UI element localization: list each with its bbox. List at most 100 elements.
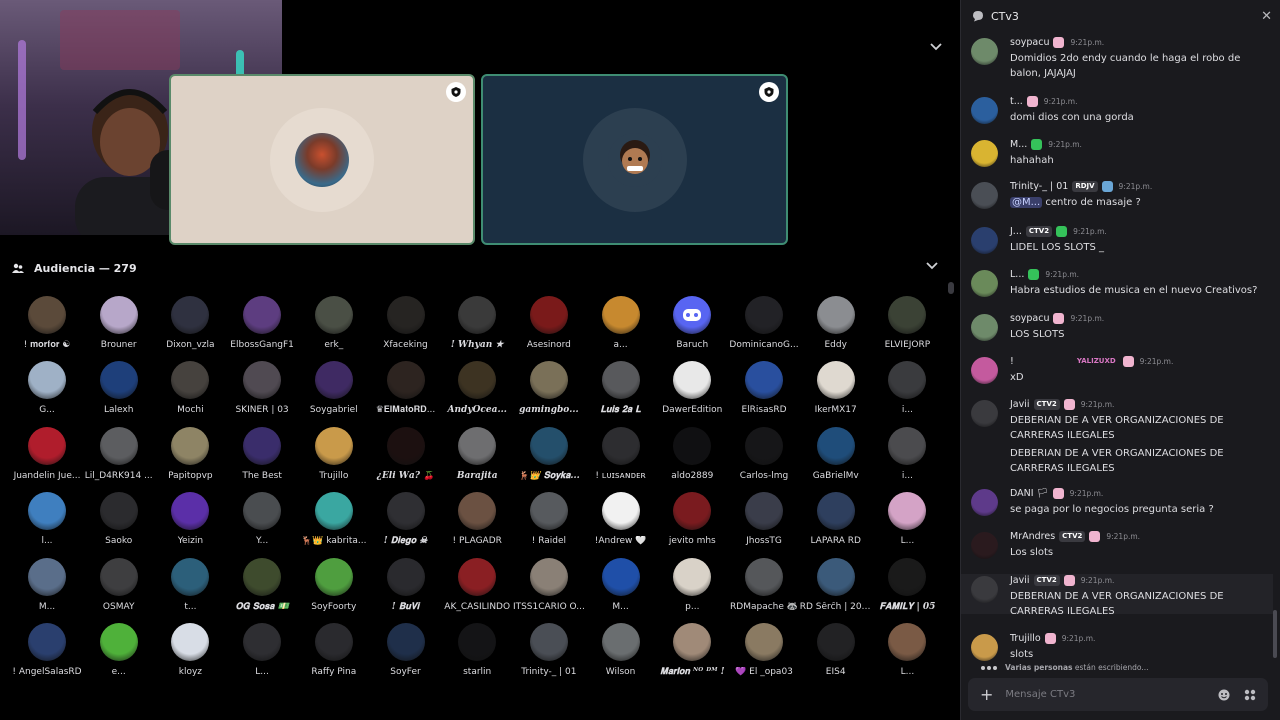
username[interactable]: Trinity-_ | 01 xyxy=(1010,181,1068,192)
chat-message[interactable]: Trujillo 9:21p.m. slots xyxy=(961,632,1273,662)
chat-message[interactable]: MrAndres CTV2 9:21p.m. Los slots xyxy=(961,530,1273,560)
avatar[interactable] xyxy=(971,182,998,209)
avatar[interactable] xyxy=(971,270,998,297)
audience-member[interactable]: The Best xyxy=(226,426,298,487)
audience-member[interactable]: IkerMX17 xyxy=(800,361,872,421)
audience-member[interactable]: Lil_D4RK914 ... xyxy=(83,426,155,487)
plus-icon[interactable]: + xyxy=(980,685,993,704)
audience-member[interactable]: 𝐋𝐮𝐢𝐬 𝟐𝐚 𝐋 xyxy=(585,361,657,421)
avatar[interactable] xyxy=(971,634,998,661)
audience-member[interactable]: kloyz xyxy=(154,623,226,683)
avatar[interactable] xyxy=(971,532,998,559)
audience-member[interactable]: ♛𝐄𝐥𝐌𝐚𝐭𝐨𝐑𝐃... xyxy=(370,361,442,421)
audience-member[interactable]: EIS4 xyxy=(800,623,872,683)
audience-member[interactable]: t... xyxy=(154,557,226,618)
audience-member[interactable]: Xfaceking xyxy=(370,296,442,356)
chat-message[interactable]: M... 9:21p.m. hahahah xyxy=(961,138,1273,168)
audience-member[interactable]: Raffy Pina xyxy=(298,623,370,683)
username[interactable]: L... xyxy=(1010,269,1024,280)
chat-message[interactable]: t... 9:21p.m. domi dios con una gorda xyxy=(961,95,1273,125)
audience-member[interactable]: Trujillo xyxy=(298,426,370,487)
username[interactable]: DANI 🏳 xyxy=(1010,488,1049,499)
audience-member[interactable]: RD Ŝêrĉĥ | 20 ... xyxy=(800,557,872,618)
audience-member[interactable]: ! AngelSalasRD xyxy=(11,623,83,683)
username[interactable]: Trujillo xyxy=(1010,633,1041,644)
audience-member[interactable]: 💜 El _opa03 xyxy=(728,623,800,683)
audience-member[interactable]: Carlos-lmg xyxy=(728,426,800,487)
username[interactable]: M... xyxy=(1010,139,1027,150)
audience-member[interactable]: 𝐅𝐀𝐌𝐈𝐋𝐘 | 05 xyxy=(871,557,943,618)
audience-member[interactable]: L... xyxy=(226,623,298,683)
username[interactable]: soypacu xyxy=(1010,37,1049,48)
audience-member[interactable]: LAPARA RD xyxy=(800,492,872,552)
username[interactable]: Javii xyxy=(1010,575,1030,586)
avatar[interactable] xyxy=(971,357,998,384)
avatar[interactable] xyxy=(971,400,998,427)
audience-member[interactable]: SoyFoorty xyxy=(298,557,370,618)
audience-member[interactable]: ! Raidel xyxy=(513,492,585,552)
scrollbar[interactable] xyxy=(1273,610,1277,658)
audience-member[interactable]: erk_ xyxy=(298,296,370,356)
audience-member[interactable]: l... xyxy=(11,492,83,552)
avatar[interactable] xyxy=(971,140,998,167)
audience-member[interactable]: Y... xyxy=(226,492,298,552)
audience-member[interactable]: Mochi xyxy=(154,361,226,421)
avatar[interactable] xyxy=(971,314,998,341)
audience-member[interactable]: ¿𝑬𝒍𝒊 𝑾𝒂? 🍒 xyxy=(370,426,442,487)
audience-member[interactable]: M... xyxy=(11,557,83,618)
username[interactable]: Javii xyxy=(1010,399,1030,410)
username[interactable]: J... xyxy=(1010,226,1022,237)
audience-member[interactable]: SKINER | 03 xyxy=(226,361,298,421)
audience-member[interactable]: i... xyxy=(871,361,943,421)
speaker-tile[interactable] xyxy=(481,74,788,245)
chat-message[interactable]: Trinity-_ | 01 RDJV 9:21p.m. @M... centro d… xyxy=(961,180,1273,210)
chat-message[interactable]: soypacu 9:21p.m. LOS SLOTS xyxy=(961,312,1273,342)
audience-member[interactable]: Dixon_vzla xyxy=(154,296,226,356)
audience-member[interactable]: Juandelin Jue... xyxy=(11,426,83,487)
audience-member[interactable]: DominicanoG... xyxy=(728,296,800,356)
audience-member[interactable]: ! 𝐁𝐮𝐕𝐢 xyxy=(370,557,442,618)
audience-member[interactable]: Yeizin xyxy=(154,492,226,552)
apps-icon[interactable] xyxy=(1244,689,1256,701)
audience-member[interactable]: Papitopvp xyxy=(154,426,226,487)
audience-member[interactable]: Baruch xyxy=(656,296,728,356)
audience-member[interactable]: Wilson xyxy=(585,623,657,683)
audience-member[interactable]: ! 𝐃𝐢𝐞𝐠𝐨 ☠ xyxy=(370,492,442,552)
audience-member[interactable]: p... xyxy=(656,557,728,618)
audience-member[interactable]: Brouner xyxy=(83,296,155,356)
audience-member[interactable]: SoyFer xyxy=(370,623,442,683)
audience-member[interactable]: Trinity-_ | 01 xyxy=(513,623,585,683)
audience-member[interactable]: ! 𝐦𝐨𝐫𝐟𝐨𝐫 ☯ xyxy=(11,296,83,356)
message-input[interactable] xyxy=(1005,689,1218,700)
audience-member[interactable]: 🦌👑 kabrita... xyxy=(298,492,370,552)
audience-member[interactable]: Eddy xyxy=(800,296,872,356)
audience-member[interactable]: AK_CASILINDO xyxy=(441,557,513,618)
speaker-tile[interactable] xyxy=(169,74,475,245)
close-icon[interactable]: ✕ xyxy=(1261,9,1272,24)
audience-member[interactable]: ElRisasRD xyxy=(728,361,800,421)
audience-member[interactable]: L... xyxy=(871,623,943,683)
audience-member[interactable]: ElbossGangF1 xyxy=(226,296,298,356)
chat-message[interactable]: Javii CTV2 9:21p.m. DEBERIAN DE A VER ORGAN… xyxy=(961,574,1273,617)
scrollbar[interactable] xyxy=(948,282,954,294)
username[interactable]: t... xyxy=(1010,96,1023,107)
audience-member[interactable]: RDMapache 🦝 xyxy=(728,557,800,618)
audience-member[interactable]: aldo2889 xyxy=(656,426,728,487)
audience-header[interactable]: Audiencia — 279 xyxy=(0,255,950,281)
avatar[interactable] xyxy=(971,97,998,124)
audience-member[interactable]: 𝐎𝐆 𝐒𝐨𝐬𝐚 💵 xyxy=(226,557,298,618)
audience-member[interactable]: Saoko xyxy=(83,492,155,552)
audience-member[interactable]: 🦌👑 𝐒𝐨𝐲𝐤𝐚... xyxy=(513,426,585,487)
chevron-down-icon[interactable] xyxy=(926,259,938,274)
chevron-down-icon[interactable] xyxy=(930,40,942,55)
avatar[interactable] xyxy=(971,227,998,254)
audience-member[interactable]: ELVIEJORP xyxy=(871,296,943,356)
username[interactable]: soypacu xyxy=(1010,313,1049,324)
audience-member[interactable]: M... xyxy=(585,557,657,618)
chat-message[interactable]: ! YALIZUXD 9:21p.m. xD xyxy=(961,355,1273,385)
audience-member[interactable]: DawerEdition xyxy=(656,361,728,421)
audience-member[interactable]: L... xyxy=(871,492,943,552)
chat-message[interactable]: soypacu 9:21p.m. Domidios 2do endy cuando … xyxy=(961,36,1273,81)
audience-member[interactable]: G... xyxy=(11,361,83,421)
avatar[interactable] xyxy=(971,576,998,603)
